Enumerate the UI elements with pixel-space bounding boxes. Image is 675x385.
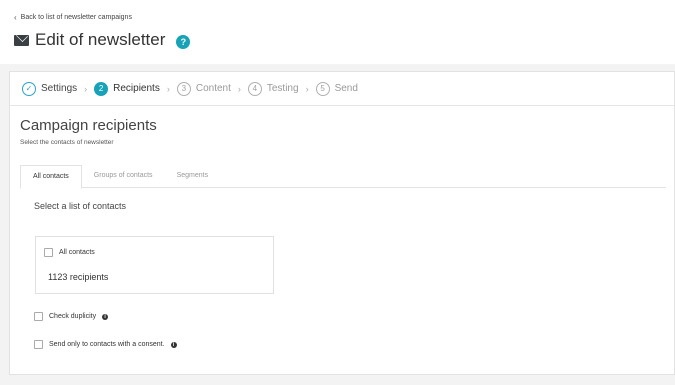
chevron-right-icon: › xyxy=(166,83,170,94)
section-title: Campaign recipients xyxy=(20,117,157,134)
all-contacts-option[interactable]: All contacts xyxy=(44,248,95,257)
list-label: Select a list of contacts xyxy=(34,201,127,211)
all-contacts-checkbox[interactable] xyxy=(44,248,53,257)
recipient-tabs: All contacts Groups of contacts Segments xyxy=(20,165,666,189)
consent-only-label: Send only to contacts with a consent. xyxy=(49,341,165,348)
step-label: Settings xyxy=(41,83,78,94)
chevron-right-icon: › xyxy=(237,83,241,94)
page-header: ‹ Back to list of newsletter campaigns E… xyxy=(0,0,675,64)
info-icon[interactable]: i xyxy=(170,341,177,348)
page-title: Edit of newsletter ? xyxy=(14,30,191,50)
check-duplicity-checkbox[interactable] xyxy=(34,312,43,321)
chevron-right-icon: › xyxy=(84,83,88,94)
step-number: 3 xyxy=(176,81,191,96)
chevron-right-icon: › xyxy=(305,83,309,94)
consent-only-option[interactable]: Send only to contacts with a consent. i xyxy=(34,340,177,349)
info-icon[interactable]: i xyxy=(102,313,109,320)
check-circle-icon: ✓ xyxy=(22,81,36,96)
chevron-left-icon: ‹ xyxy=(14,13,17,22)
tab-all-contacts[interactable]: All contacts xyxy=(20,165,82,189)
step-label: Testing xyxy=(266,83,299,94)
step-number: 2 xyxy=(94,81,109,96)
step-number: 4 xyxy=(247,81,262,96)
tab-segments[interactable]: Segments xyxy=(165,165,221,187)
recipients-card: ✓ Settings › 2 Recipients › 3 Content › … xyxy=(9,71,675,375)
help-icon[interactable]: ? xyxy=(176,34,191,49)
back-link[interactable]: ‹ Back to list of newsletter campaigns xyxy=(14,13,132,22)
wizard-steps: ✓ Settings › 2 Recipients › 3 Content › … xyxy=(10,72,674,106)
step-number: 5 xyxy=(315,81,330,96)
recipients-count: 1123 recipients xyxy=(48,272,109,282)
back-link-label: Back to list of newsletter campaigns xyxy=(20,14,132,21)
contact-list-card: All contacts 1123 recipients xyxy=(35,236,274,294)
page-title-text: Edit of newsletter xyxy=(35,30,166,49)
step-testing[interactable]: 4 Testing xyxy=(247,81,299,96)
step-label: Send xyxy=(334,83,358,94)
tab-groups-of-contacts[interactable]: Groups of contacts xyxy=(82,165,165,187)
step-label: Content xyxy=(195,83,231,94)
check-duplicity-option[interactable]: Check duplicity i xyxy=(34,312,109,321)
consent-only-checkbox[interactable] xyxy=(34,340,43,349)
step-recipients[interactable]: 2 Recipients xyxy=(94,81,160,96)
step-content[interactable]: 3 Content xyxy=(176,81,231,96)
all-contacts-label: All contacts xyxy=(59,249,95,256)
step-send[interactable]: 5 Send xyxy=(315,81,358,96)
step-label: Recipients xyxy=(113,83,160,94)
step-settings[interactable]: ✓ Settings xyxy=(22,81,78,96)
envelope-icon xyxy=(14,34,29,46)
section-subtitle: Select the contacts of newsletter xyxy=(20,139,114,146)
check-duplicity-label: Check duplicity xyxy=(49,313,97,320)
